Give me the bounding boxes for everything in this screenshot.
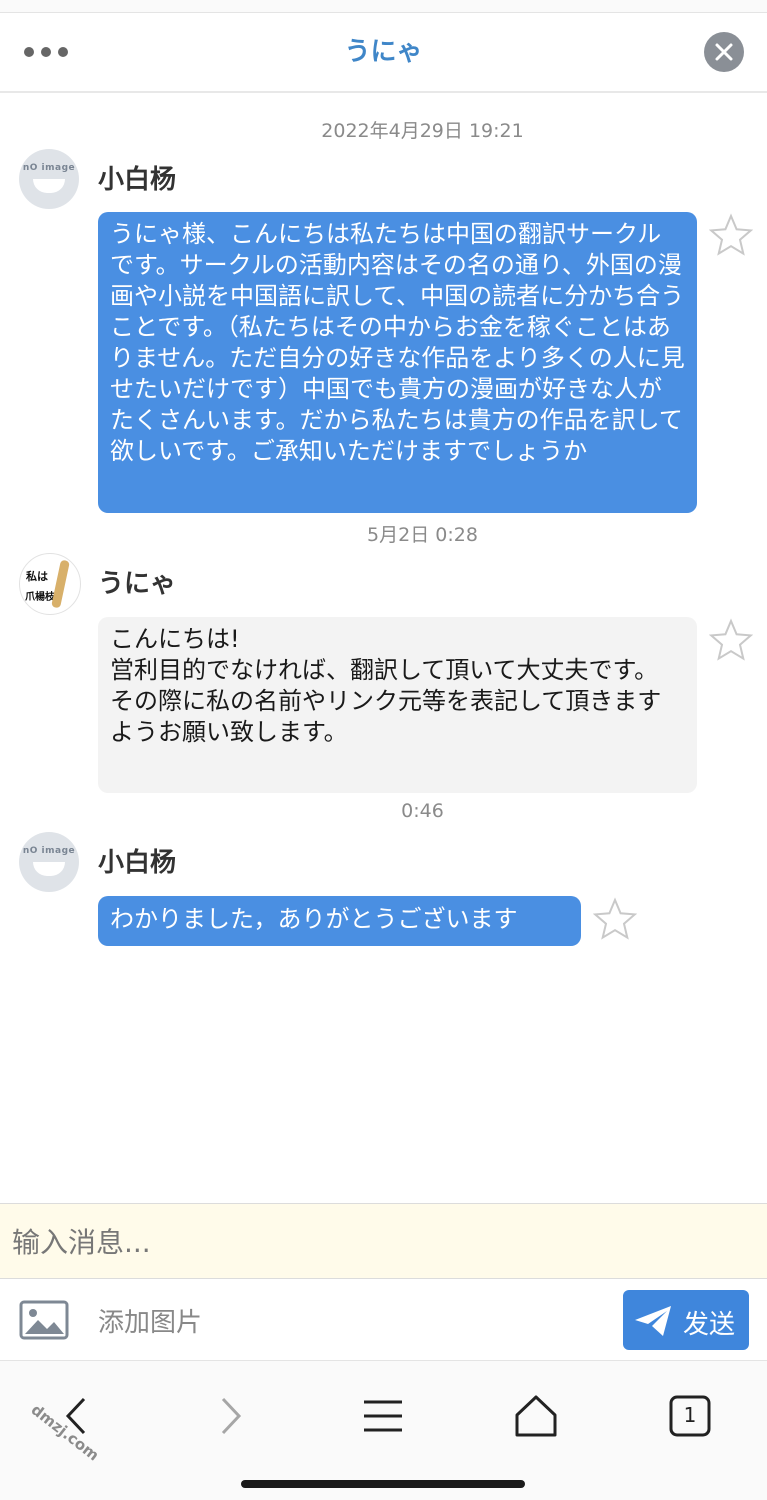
tab-count: 1: [683, 1403, 697, 1427]
send-button[interactable]: 发送: [623, 1290, 749, 1350]
message-bubble[interactable]: わかりました，ありがとうございます: [98, 896, 581, 946]
composer-toolbar: 添加图片 发送: [0, 1280, 767, 1361]
add-image-button[interactable]: 添加图片: [98, 1302, 202, 1339]
avatar-text-line: 爪楊枝: [25, 592, 55, 603]
sender-name: 小白杨: [98, 848, 177, 878]
chat-header: うにゃ: [0, 13, 767, 93]
message-bubble[interactable]: こんにちは! 営利目的でなければ、翻訳して頂いて大丈夫です。 その際に私の名前や…: [98, 617, 697, 793]
chat-title: うにゃ: [344, 37, 423, 67]
status-strip: [0, 0, 767, 13]
favorite-star-icon[interactable]: [709, 213, 753, 257]
favorite-star-icon[interactable]: [709, 618, 753, 662]
message-text-line: こんにちは!: [110, 625, 240, 653]
avatar-text-line: 私は: [26, 570, 48, 583]
message-text-line: その際に私の名前やリンク元等を表記して頂きますようお願い致します。: [110, 687, 662, 746]
message-timestamp: 0:46: [401, 800, 444, 822]
message-text: うにゃ様、こんにちは私たちは中国の翻訳サークルです。サークルの活動内容はその名の…: [110, 220, 685, 465]
avatar-profile-picture[interactable]: 私は 爪楊枝: [19, 553, 81, 615]
message-timestamp: 2022年4月29日 19:21: [321, 120, 524, 142]
tabs-button[interactable]: 1: [665, 1391, 715, 1441]
close-button[interactable]: [704, 32, 744, 72]
message-text: わかりました，ありがとうございます: [110, 905, 518, 933]
avatar-no-image[interactable]: nO image: [19, 832, 79, 892]
home-indicator: [241, 1480, 525, 1488]
message-input-bar: [0, 1203, 767, 1279]
sender-name: 小白杨: [98, 165, 177, 195]
message-timestamp: 5月2日 0:28: [367, 524, 478, 546]
image-icon[interactable]: [19, 1300, 69, 1340]
message-input[interactable]: [10, 1218, 754, 1266]
forward-icon[interactable]: [205, 1391, 255, 1441]
browser-toolbar: 1 dmzj.com: [0, 1361, 767, 1500]
sender-name: うにゃ: [98, 569, 177, 599]
avatar-label: nO image: [22, 846, 76, 856]
menu-icon[interactable]: [358, 1391, 408, 1441]
avatar-no-image[interactable]: nO image: [19, 149, 79, 209]
close-icon: [715, 43, 733, 61]
home-icon[interactable]: [511, 1391, 561, 1441]
paper-plane-icon: [635, 1306, 671, 1336]
avatar-label: nO image: [22, 163, 76, 173]
send-label: 发送: [683, 1310, 736, 1340]
favorite-star-icon[interactable]: [593, 897, 637, 941]
message-text-line: 営利目的でなければ、翻訳して頂いて大丈夫です。: [110, 656, 659, 684]
message-bubble[interactable]: うにゃ様、こんにちは私たちは中国の翻訳サークルです。サークルの活動内容はその名の…: [98, 212, 697, 513]
